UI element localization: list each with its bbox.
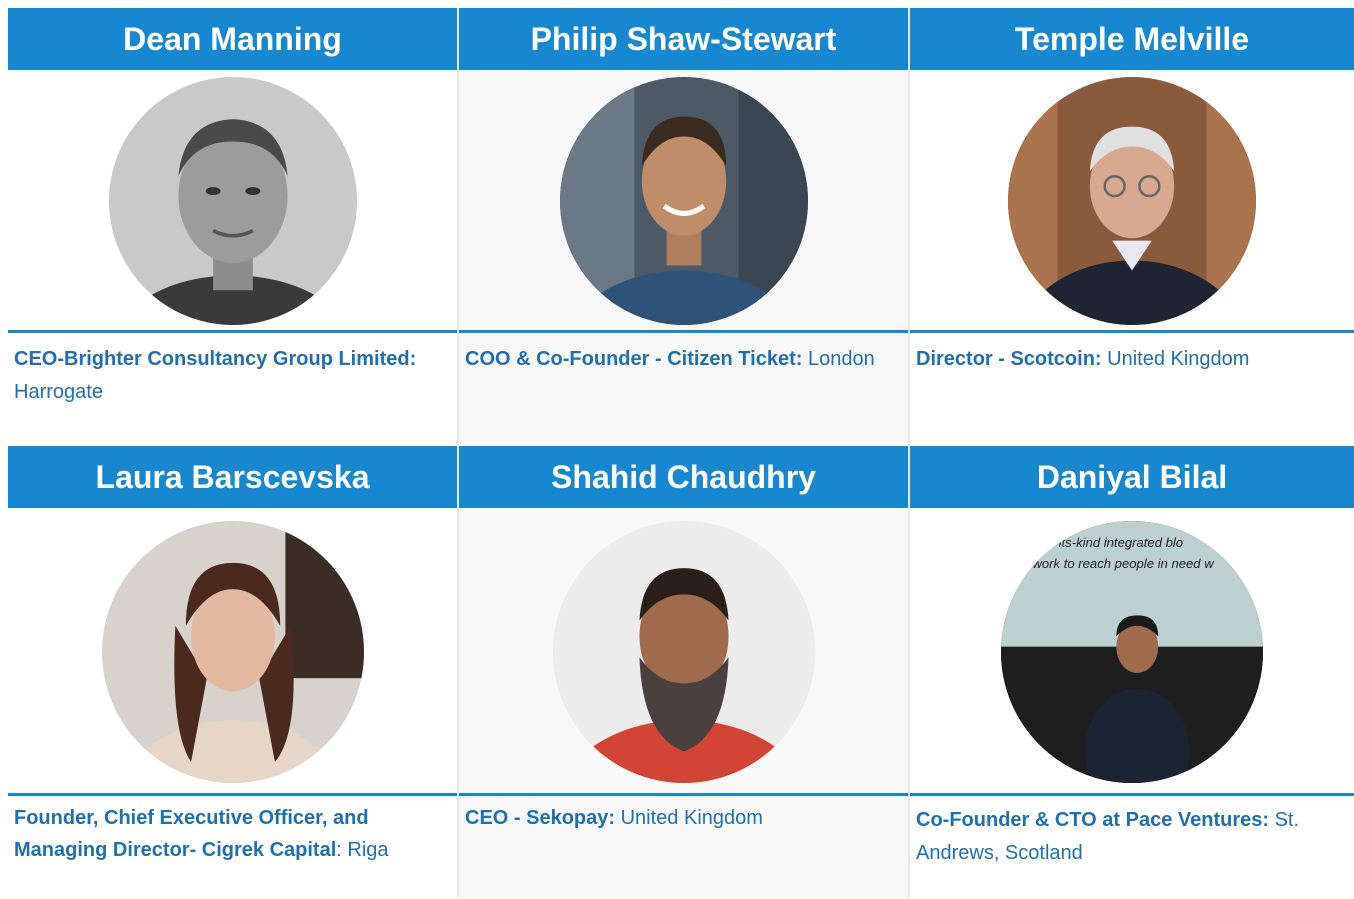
speaker-bio: Co-Founder & CTO at Pace Ventures: St. A… bbox=[910, 796, 1354, 899]
backdrop-text-line2: work to reach people in need w bbox=[1032, 556, 1215, 571]
speaker-role: Co-Founder & CTO at Pace Ventures: bbox=[916, 809, 1270, 831]
speaker-location: United Kingdom bbox=[1101, 348, 1250, 370]
speaker-grid-row1: Dean Manning CEO-Brighter Consultancy Gr… bbox=[8, 8, 1354, 446]
speaker-location: United Kingdom bbox=[615, 807, 763, 829]
speaker-bio: Founder, Chief Executive Officer, and Ma… bbox=[8, 796, 457, 899]
speaker-name: Philip Shaw-Stewart bbox=[459, 8, 908, 72]
avatar: its-kind integrated blo work to reach pe… bbox=[1001, 520, 1263, 783]
speaker-bio: Director - Scotcoin: United Kingdom bbox=[910, 333, 1354, 446]
speaker-role: Founder, Chief Executive Officer, and Ma… bbox=[14, 807, 369, 861]
speaker-name: Daniyal Bilal bbox=[910, 446, 1354, 510]
speaker-role: COO & Co-Founder - Citizen Ticket: bbox=[465, 348, 803, 370]
avatar bbox=[559, 77, 808, 325]
speaker-card: Dean Manning CEO-Brighter Consultancy Gr… bbox=[8, 8, 459, 446]
speaker-card: Laura Barscevska Founder, Chief Executiv… bbox=[8, 446, 459, 899]
speaker-location: : Riga bbox=[336, 839, 389, 861]
speaker-location: Harrogate bbox=[14, 381, 103, 403]
speaker-card: Daniyal Bilal its-kind integrated blo wo… bbox=[910, 446, 1354, 899]
speaker-bio: COO & Co-Founder - Citizen Ticket: Londo… bbox=[459, 333, 908, 446]
avatar bbox=[108, 77, 357, 325]
avatar bbox=[101, 520, 364, 783]
backdrop-text-line1: its-kind integrated blo bbox=[1059, 535, 1183, 550]
speaker-card: Temple Melville Director - Scotcoin: Uni… bbox=[910, 8, 1354, 446]
speaker-name: Temple Melville bbox=[910, 8, 1354, 72]
avatar bbox=[552, 520, 815, 783]
speaker-name: Laura Barscevska bbox=[8, 446, 457, 510]
speaker-bio: CEO - Sekopay: United Kingdom bbox=[459, 796, 908, 899]
avatar bbox=[1008, 77, 1256, 325]
speaker-name: Dean Manning bbox=[8, 8, 457, 72]
speaker-role: CEO-Brighter Consultancy Group Limited: bbox=[14, 348, 417, 370]
speaker-card: Shahid Chaudhry CEO - Sekopay: United Ki… bbox=[459, 446, 910, 899]
speaker-grid-row2: Laura Barscevska Founder, Chief Executiv… bbox=[8, 446, 1354, 899]
speaker-location: London bbox=[802, 348, 875, 370]
speaker-name: Shahid Chaudhry bbox=[459, 446, 908, 510]
speaker-card: Philip Shaw-Stewart COO & Co-Founder - C… bbox=[459, 8, 910, 446]
speaker-bio: CEO-Brighter Consultancy Group Limited: … bbox=[8, 333, 457, 446]
speaker-role: CEO - Sekopay: bbox=[465, 807, 616, 829]
speaker-role: Director - Scotcoin: bbox=[916, 348, 1102, 370]
